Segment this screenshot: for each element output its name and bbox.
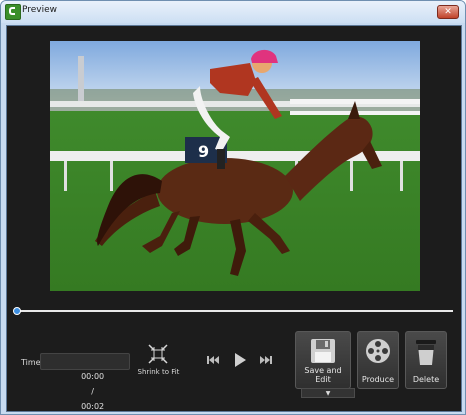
- close-button[interactable]: ✕: [437, 5, 459, 19]
- duration: 00:02: [81, 402, 105, 411]
- shrink-to-fit-label: Shrink to Fit: [137, 368, 180, 376]
- produce-label: Produce: [361, 375, 395, 384]
- play-icon[interactable]: [232, 352, 248, 368]
- video-frame-image: 9: [50, 41, 420, 291]
- delete-label: Delete: [412, 375, 440, 384]
- playhead-knob[interactable]: [13, 307, 21, 315]
- time-display: 00:00 / 00:02: [40, 353, 130, 411]
- produce-button[interactable]: Produce: [357, 331, 399, 389]
- time-separator: /: [91, 387, 94, 396]
- title-bar: Preview ✕: [1, 1, 465, 23]
- shrink-to-fit-button[interactable]: Shrink to Fit: [136, 344, 181, 384]
- floppy-disk-icon: [311, 339, 335, 363]
- delete-button[interactable]: Delete: [405, 331, 447, 389]
- skip-back-icon[interactable]: [206, 354, 220, 366]
- time-label: Time: [21, 358, 41, 367]
- app-icon: [5, 4, 21, 20]
- current-time: 00:00: [81, 372, 105, 381]
- svg-text:9: 9: [198, 142, 209, 161]
- preview-panel: 9 Time 00:00 / 00:02 Shrink to Fit Save …: [6, 25, 462, 412]
- skip-forward-icon[interactable]: [259, 354, 273, 366]
- save-options-dropdown[interactable]: ▼: [301, 388, 355, 398]
- save-and-edit-button[interactable]: Save and Edit: [295, 331, 351, 389]
- save-and-edit-label: Save and Edit: [304, 366, 342, 384]
- shrink-to-fit-icon: [148, 344, 168, 364]
- window-title: Preview: [22, 5, 58, 15]
- timeline-scrubber[interactable]: [13, 307, 453, 315]
- trash-can-icon: [416, 340, 436, 365]
- preview-window: Preview ✕ 9 Time 00:00 / 00:02 Shrink to…: [0, 0, 466, 415]
- video-preview[interactable]: 9: [50, 41, 420, 291]
- film-reel-icon: [366, 339, 390, 363]
